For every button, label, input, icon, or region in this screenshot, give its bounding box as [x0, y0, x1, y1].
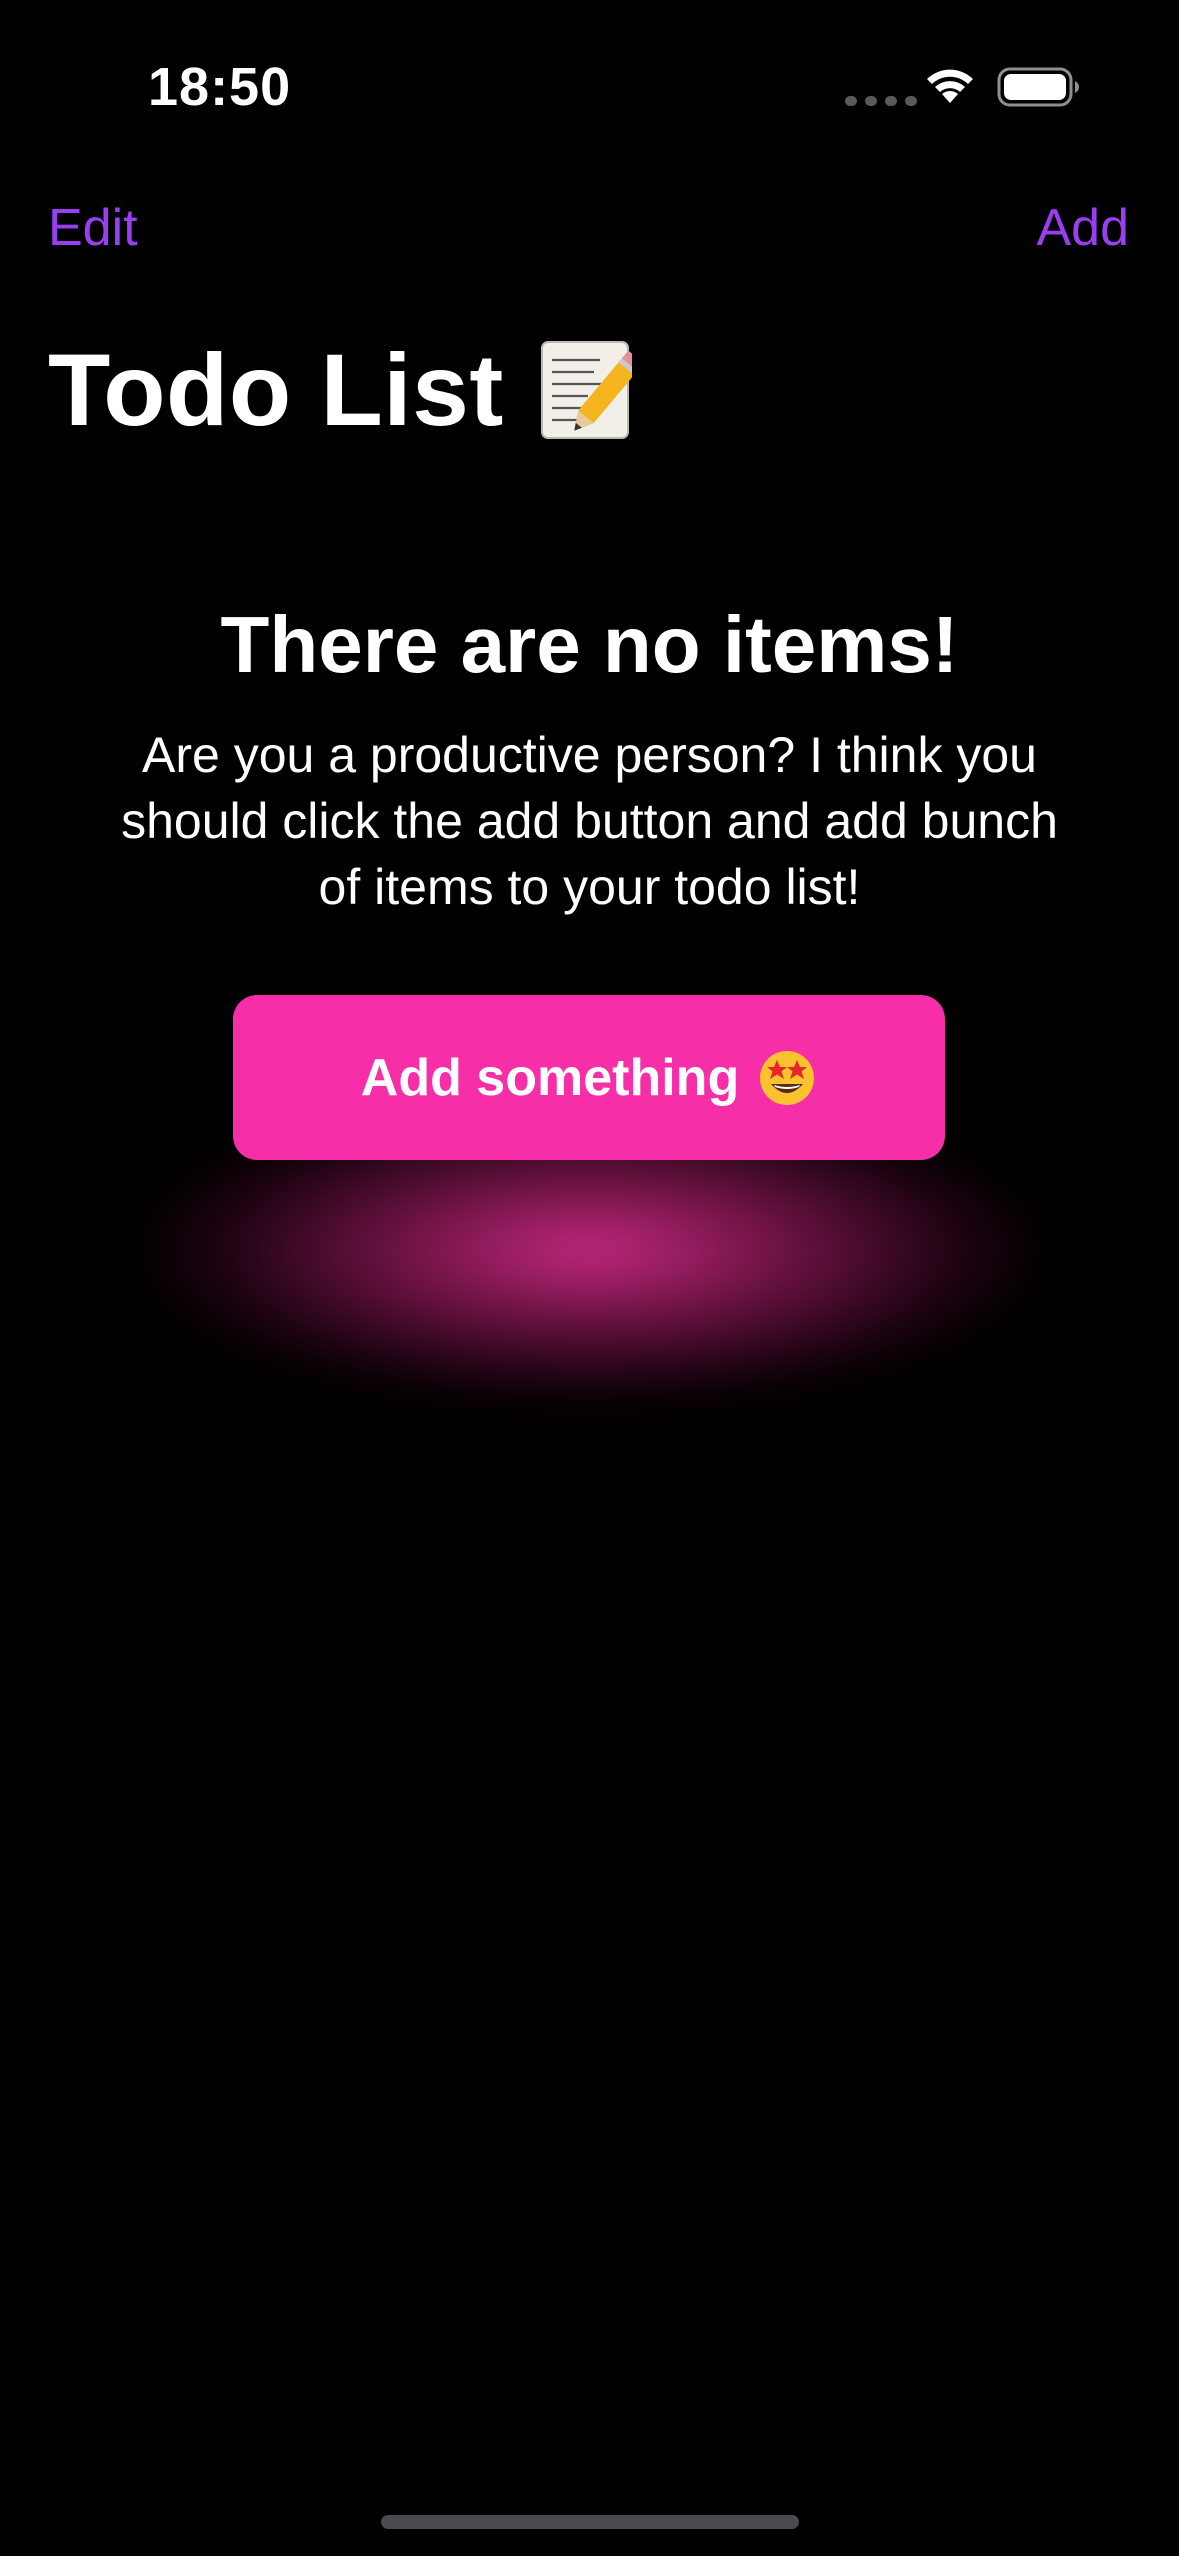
cellular-signal-icon [845, 96, 917, 106]
empty-state-message: Are you a productive person? I think you… [121, 727, 1058, 915]
empty-state-heading: There are no items! [220, 600, 959, 689]
add-button[interactable]: Add [1036, 196, 1129, 260]
page-header: Todo List [48, 330, 632, 450]
wifi-icon [927, 69, 973, 103]
edit-button[interactable]: Edit [48, 196, 138, 260]
battery-icon [997, 67, 1079, 107]
status-time: 18:50 [148, 57, 292, 117]
add-something-label: Add something [360, 1048, 740, 1107]
add-something-button[interactable]: Add something [233, 995, 945, 1160]
page-title: Todo List [48, 333, 504, 447]
home-indicator[interactable] [381, 2515, 799, 2529]
star-struck-face-icon [760, 1050, 815, 1105]
memo-pencil-icon [540, 341, 632, 439]
